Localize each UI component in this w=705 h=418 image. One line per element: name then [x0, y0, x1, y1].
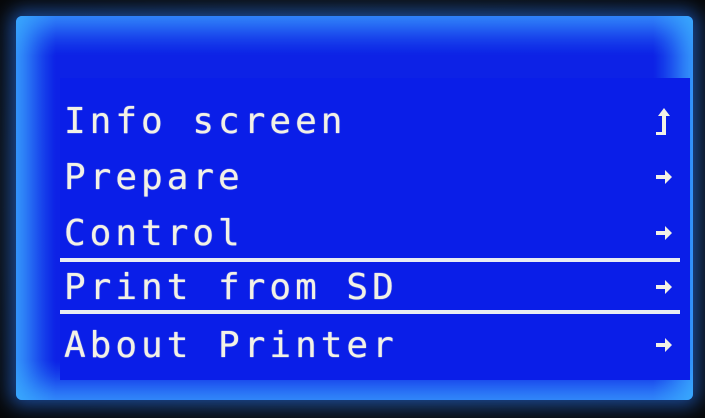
- lcd-screen: Info screen Prepare Control Print from S…: [16, 16, 693, 400]
- main-menu: Info screen Prepare Control Print from S…: [60, 78, 690, 380]
- menu-item-label: Info screen: [64, 101, 347, 142]
- menu-item-label: Control: [64, 213, 244, 254]
- right-arrow-icon: [656, 280, 672, 294]
- right-arrow-icon: [656, 338, 672, 352]
- menu-item-info-screen[interactable]: Info screen: [60, 98, 680, 146]
- menu-item-label: Prepare: [64, 157, 244, 198]
- right-arrow-icon: [656, 226, 672, 240]
- right-arrow-icon: [656, 170, 672, 184]
- lcd-bezel: Info screen Prepare Control Print from S…: [0, 0, 705, 418]
- menu-item-about-printer[interactable]: About Printer: [60, 322, 680, 370]
- back-up-arrow-icon: [656, 108, 670, 135]
- menu-item-label: Print from SD: [64, 267, 398, 308]
- menu-item-control[interactable]: Control: [60, 210, 680, 258]
- menu-item-print-from-sd[interactable]: Print from SD: [60, 258, 680, 314]
- menu-item-label: About Printer: [64, 325, 398, 366]
- menu-item-prepare[interactable]: Prepare: [60, 154, 680, 202]
